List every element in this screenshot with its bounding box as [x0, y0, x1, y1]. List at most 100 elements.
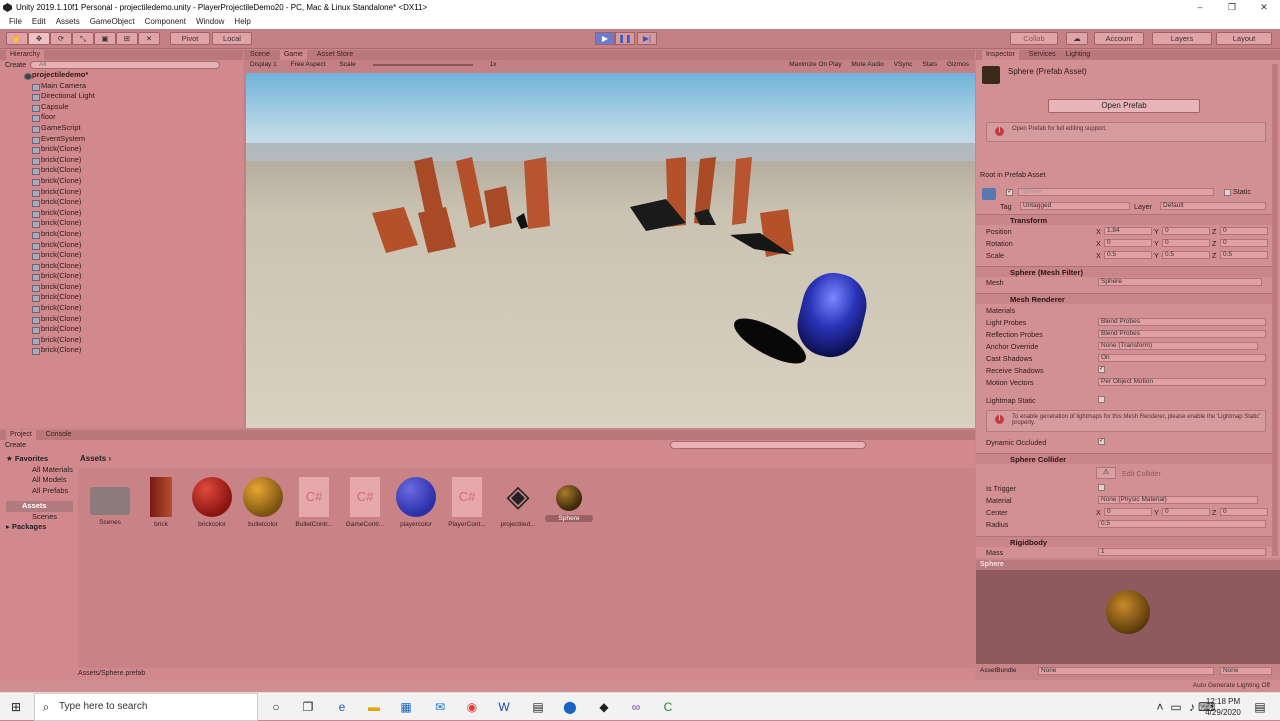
store-icon[interactable]: ▦ — [398, 699, 414, 715]
transform-header[interactable]: Transform — [976, 214, 1272, 225]
position-field[interactable]: 1.84 — [1104, 227, 1152, 235]
favorites-node[interactable]: ★ Favorites — [6, 454, 73, 465]
radius-field[interactable]: 0.5 — [1098, 520, 1266, 528]
play-button[interactable]: ▶ — [595, 32, 615, 45]
move-tool-icon[interactable]: ✥ — [28, 32, 50, 45]
menu-window[interactable]: Window — [191, 15, 229, 29]
tab-game[interactable]: Game — [279, 50, 307, 60]
hierarchy-item[interactable]: brick(Clone) — [14, 187, 243, 198]
active-checkbox[interactable]: ✓ — [1006, 189, 1013, 196]
edit-collider-icon[interactable]: ⚠ — [1096, 467, 1116, 479]
rotation-field[interactable]: 0 — [1220, 239, 1268, 247]
motion-vectors-dropdown[interactable]: Per Object Motion — [1098, 378, 1266, 386]
receive-shadows-checkbox[interactable]: ✓ — [1098, 366, 1105, 373]
windows-start-icon[interactable]: ⊞ — [8, 699, 24, 715]
center-field[interactable]: 0 — [1220, 508, 1268, 516]
tab-scene[interactable]: Scene — [250, 50, 270, 60]
tab-lighting[interactable]: Lighting — [1066, 50, 1091, 60]
light-probes-dropdown[interactable]: Blend Probes — [1098, 318, 1266, 326]
word-icon[interactable]: W — [496, 699, 512, 715]
packages-node[interactable]: ▸ Packages — [6, 522, 73, 533]
collab-button[interactable]: Collab — [1010, 32, 1058, 45]
hand-tool-icon[interactable]: ✋ — [6, 32, 28, 45]
maps-icon[interactable]: ⬤ — [562, 699, 578, 715]
hierarchy-item[interactable]: brick(Clone) — [14, 165, 243, 176]
hierarchy-item[interactable]: Directional Light — [14, 91, 243, 102]
hierarchy-item[interactable]: brick(Clone) — [14, 144, 243, 155]
hierarchy-item[interactable]: brick(Clone) — [14, 303, 243, 314]
layers-dropdown[interactable]: Layers — [1152, 32, 1212, 45]
menu-help[interactable]: Help — [229, 15, 255, 29]
assets-breadcrumb[interactable]: Assets › — [80, 454, 111, 463]
asset-item[interactable]: playercolor — [392, 477, 440, 528]
hierarchy-search-input[interactable]: All — [30, 61, 221, 69]
assetbundle-dropdown[interactable]: None — [1038, 667, 1214, 675]
hierarchy-item[interactable]: GameScript — [14, 123, 243, 134]
minimize-button[interactable]: – — [1184, 0, 1216, 15]
hierarchy-item[interactable]: brick(Clone) — [14, 282, 243, 293]
visual-studio-icon[interactable]: ∞ — [628, 699, 644, 715]
favorites-item[interactable]: All Materials — [32, 465, 73, 476]
maximize-button[interactable]: ❐ — [1216, 0, 1248, 15]
rect-tool-icon[interactable]: ▣ — [94, 32, 116, 45]
asset-item[interactable]: brick — [137, 477, 185, 528]
notifications-icon[interactable]: ▤ — [1252, 699, 1268, 715]
mail-icon[interactable]: ✉ — [432, 699, 448, 715]
hierarchy-item[interactable]: brick(Clone) — [14, 240, 243, 251]
clock[interactable]: 12:18 PM 4/29/2020 — [1200, 696, 1246, 718]
chevron-up-icon[interactable]: ˄ — [1152, 699, 1168, 715]
pause-button[interactable]: ❚❚ — [615, 32, 635, 45]
display-dropdown[interactable]: Display 1 — [250, 60, 277, 70]
rotation-field[interactable]: 0 — [1104, 239, 1152, 247]
tag-dropdown[interactable]: Untagged — [1020, 202, 1130, 210]
center-field[interactable]: 0 — [1162, 508, 1210, 516]
menu-gameobject[interactable]: GameObject — [85, 15, 140, 29]
reflection-probes-dropdown[interactable]: Blend Probes — [1098, 330, 1266, 338]
rigidbody-header[interactable]: Rigidbody — [976, 536, 1272, 547]
asset-folder-item[interactable]: Scenes — [32, 512, 73, 523]
hierarchy-create-button[interactable]: Create — [5, 62, 26, 69]
local-toggle[interactable]: Local — [212, 32, 252, 45]
maximize-on-play-toggle[interactable]: Maximize On Play — [789, 61, 841, 68]
collider-material-field[interactable]: None (Physic Material) — [1098, 496, 1258, 504]
hierarchy-item[interactable]: brick(Clone) — [14, 335, 243, 346]
vsync-toggle[interactable]: VSync — [894, 61, 913, 68]
task-view-icon[interactable]: ❐ — [300, 699, 316, 715]
rotate-tool-icon[interactable]: ⟳ — [50, 32, 72, 45]
tab-inspector[interactable]: Inspector — [982, 50, 1019, 60]
asset-item[interactable]: C# GameContr... — [341, 477, 389, 528]
rotation-field[interactable]: 0 — [1162, 239, 1210, 247]
mesh-filter-header[interactable]: Sphere (Mesh Filter) — [976, 266, 1272, 277]
hierarchy-item[interactable]: brick(Clone) — [14, 218, 243, 229]
taskbar-search-box[interactable]: Type here to search — [34, 693, 258, 721]
cloud-icon[interactable]: ☁ — [1066, 32, 1088, 45]
hierarchy-item[interactable]: brick(Clone) — [14, 324, 243, 335]
hierarchy-item[interactable]: brick(Clone) — [14, 208, 243, 219]
gizmos-dropdown[interactable]: Gizmos — [947, 61, 969, 68]
layout-dropdown[interactable]: Layout — [1216, 32, 1272, 45]
chrome-icon[interactable]: ◉ — [464, 699, 480, 715]
asset-item[interactable]: Scenes — [86, 477, 134, 526]
favorites-item[interactable]: All Models — [32, 475, 73, 486]
hierarchy-item[interactable]: brick(Clone) — [14, 197, 243, 208]
aspect-dropdown[interactable]: Free Aspect — [291, 60, 326, 70]
scale-field[interactable]: 0.5 — [1104, 251, 1152, 259]
mass-field[interactable]: 1 — [1098, 548, 1266, 556]
asset-item[interactable]: Sphere — [545, 477, 593, 522]
hierarchy-item[interactable]: Capsule — [14, 102, 243, 113]
project-search-input[interactable] — [670, 441, 867, 449]
tab-hierarchy[interactable]: Hierarchy — [6, 50, 44, 60]
layer-dropdown[interactable]: Default — [1160, 202, 1266, 210]
asset-item[interactable]: C# PlayerCont... — [443, 477, 491, 528]
anchor-override-field[interactable]: None (Transform) — [1098, 342, 1258, 350]
hierarchy-item[interactable]: brick(Clone) — [14, 229, 243, 240]
hierarchy-item[interactable]: brick(Clone) — [14, 345, 243, 356]
dynamic-occluded-checkbox[interactable]: ✓ — [1098, 438, 1105, 445]
unity-taskbar-icon[interactable]: ◆ — [596, 699, 612, 715]
tab-console[interactable]: Console — [46, 430, 72, 440]
open-prefab-button[interactable]: Open Prefab — [1048, 99, 1200, 113]
lightmap-static-checkbox[interactable] — [1098, 396, 1105, 403]
is-trigger-checkbox[interactable] — [1098, 484, 1105, 491]
scale-field[interactable]: 0.5 — [1162, 251, 1210, 259]
cortana-icon[interactable]: ○ — [268, 699, 284, 715]
